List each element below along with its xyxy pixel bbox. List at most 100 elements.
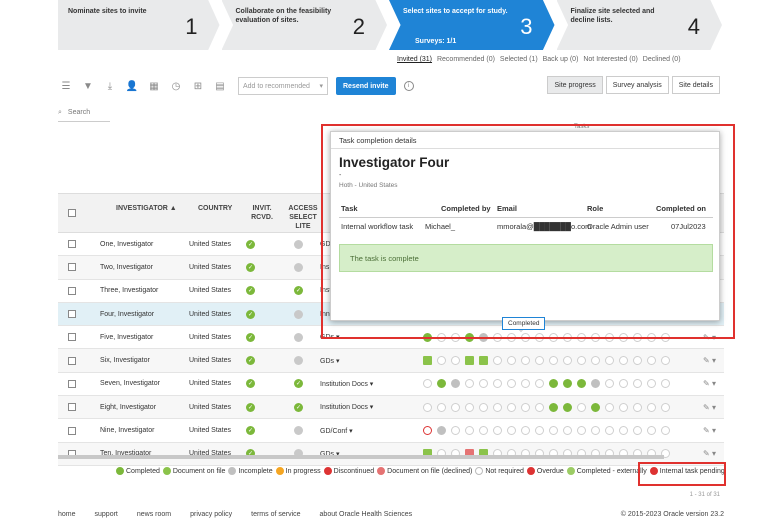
task-status-icon[interactable]: [661, 402, 670, 412]
add-user-icon[interactable]: 👤: [124, 78, 140, 94]
investigator-name[interactable]: Eight, Investigator: [100, 396, 156, 418]
task-status-icon[interactable]: [549, 356, 558, 366]
row-actions[interactable]: ✎ ▾: [703, 373, 716, 395]
select-all-checkbox[interactable]: [68, 209, 76, 217]
task-status-icon[interactable]: [647, 426, 656, 436]
survey-analysis-button[interactable]: Survey analysis: [605, 76, 669, 94]
task-status-icon[interactable]: [619, 402, 628, 412]
table-row[interactable]: Eight, Investigator United States ✓ ✓ Instit…: [58, 396, 724, 420]
task-status-icon[interactable]: [619, 356, 628, 366]
task-status-icon[interactable]: [535, 426, 544, 436]
row-checkbox[interactable]: [68, 333, 76, 342]
tab-invited[interactable]: Invited (31): [397, 56, 432, 63]
task-status-icon[interactable]: [451, 356, 460, 366]
investigator-name[interactable]: Seven, Investigator: [100, 373, 160, 395]
task-status-icon[interactable]: [591, 356, 600, 366]
task-status-icon[interactable]: [479, 356, 488, 366]
task-status-icon[interactable]: [577, 379, 586, 389]
task-status-icon[interactable]: [465, 379, 474, 389]
task-status-icon[interactable]: [605, 356, 614, 366]
investigator-name[interactable]: Nine, Investigator: [100, 419, 154, 441]
task-status-icon[interactable]: [423, 426, 432, 436]
task-status-icon[interactable]: [563, 379, 572, 389]
resend-invite-button[interactable]: Resend invite: [336, 77, 396, 95]
step-3[interactable]: Select sites to accept for study. Survey…: [389, 0, 555, 50]
row-checkbox[interactable]: [68, 310, 76, 319]
task-select[interactable]: Institution Docs ▾: [320, 373, 373, 395]
horizontal-scrollbar[interactable]: [58, 455, 664, 459]
task-status-icon[interactable]: [633, 402, 642, 412]
tab-selected[interactable]: Selected (1): [500, 56, 538, 63]
task-select[interactable]: GDs ▾: [320, 443, 339, 465]
tab-not-interested[interactable]: Not Interested (0): [583, 56, 637, 63]
task-status-icon[interactable]: [647, 379, 656, 389]
task-status-icon[interactable]: [549, 426, 558, 436]
header-country[interactable]: COUNTRY: [198, 204, 232, 213]
task-select[interactable]: GDs ▾: [320, 349, 339, 371]
task-status-icon[interactable]: [451, 402, 460, 412]
task-status-icon[interactable]: [423, 356, 432, 366]
footer-link-support[interactable]: support: [95, 511, 118, 518]
task-status-icon[interactable]: [423, 402, 432, 412]
row-checkbox[interactable]: [68, 240, 76, 249]
task-status-icon[interactable]: [451, 379, 460, 389]
footer-link-about[interactable]: about Oracle Health Sciences: [320, 511, 413, 518]
task-status-icon[interactable]: [591, 379, 600, 389]
task-status-icon[interactable]: [521, 379, 530, 389]
tab-back-up[interactable]: Back up (0): [543, 56, 579, 63]
task-status-icon[interactable]: [577, 356, 586, 366]
footer-link-home[interactable]: home: [58, 511, 76, 518]
investigator-name[interactable]: Five, Investigator: [100, 326, 153, 348]
investigator-name[interactable]: Six, Investigator: [100, 349, 150, 371]
table-row[interactable]: Six, Investigator United States ✓ GDs ▾ ✎ ▾: [58, 349, 724, 373]
task-status-icon[interactable]: [423, 379, 432, 389]
hierarchy-icon[interactable]: ⊞: [190, 78, 206, 94]
task-status-icon[interactable]: [591, 402, 600, 412]
task-status-icon[interactable]: [535, 402, 544, 412]
row-checkbox[interactable]: [68, 379, 76, 388]
task-status-icon[interactable]: [451, 426, 460, 436]
investigator-name[interactable]: Two, Investigator: [100, 256, 153, 278]
task-status-icon[interactable]: [605, 426, 614, 436]
row-actions[interactable]: ✎ ▾: [703, 396, 716, 418]
task-status-icon[interactable]: [563, 402, 572, 412]
task-status-icon[interactable]: [647, 356, 656, 366]
investigator-name[interactable]: Four, Investigator: [100, 303, 154, 325]
task-status-icon[interactable]: [549, 379, 558, 389]
table-row[interactable]: Nine, Investigator United States ✓ GD/Conf …: [58, 419, 724, 443]
task-status-icon[interactable]: [437, 402, 446, 412]
task-status-icon[interactable]: [507, 356, 516, 366]
site-details-button[interactable]: Site details: [671, 76, 720, 94]
task-status-icon[interactable]: [563, 356, 572, 366]
task-status-icon[interactable]: [479, 379, 488, 389]
task-status-icon[interactable]: [493, 379, 502, 389]
task-status-icon[interactable]: [507, 379, 516, 389]
search-input[interactable]: ⌕ Search: [58, 104, 110, 122]
task-status-icon[interactable]: [619, 426, 628, 436]
investigator-name[interactable]: Three, Investigator: [100, 280, 158, 302]
task-status-icon[interactable]: [633, 426, 642, 436]
task-status-icon[interactable]: [493, 356, 502, 366]
table-row[interactable]: Seven, Investigator United States ✓ ✓ Instit…: [58, 372, 724, 397]
row-actions[interactable]: ✎ ▾: [703, 349, 716, 371]
tab-recommended[interactable]: Recommended (0): [437, 56, 495, 63]
task-status-icon[interactable]: [493, 402, 502, 412]
header-invit-rcvd[interactable]: INVIT. RCVD.: [246, 204, 278, 222]
footer-link-terms[interactable]: terms of service: [251, 511, 300, 518]
task-status-icon[interactable]: [661, 426, 670, 436]
clock-icon[interactable]: ◷: [168, 78, 184, 94]
step-2[interactable]: Collaborate on the feasibility evaluatio…: [221, 0, 387, 50]
task-status-icon[interactable]: [535, 356, 544, 366]
task-status-icon[interactable]: [577, 426, 586, 436]
task-status-icon[interactable]: [661, 356, 670, 366]
task-status-icon[interactable]: [437, 356, 446, 366]
info-icon[interactable]: i: [403, 81, 414, 91]
task-status-icon[interactable]: [661, 379, 670, 389]
footer-link-privacy[interactable]: privacy policy: [190, 511, 232, 518]
task-status-icon[interactable]: [507, 402, 516, 412]
row-checkbox[interactable]: [68, 426, 76, 435]
footer-link-news-room[interactable]: news room: [137, 511, 171, 518]
investigator-name[interactable]: One, Investigator: [100, 233, 153, 255]
row-actions[interactable]: ✎ ▾: [703, 419, 716, 441]
row-checkbox[interactable]: [68, 356, 76, 365]
